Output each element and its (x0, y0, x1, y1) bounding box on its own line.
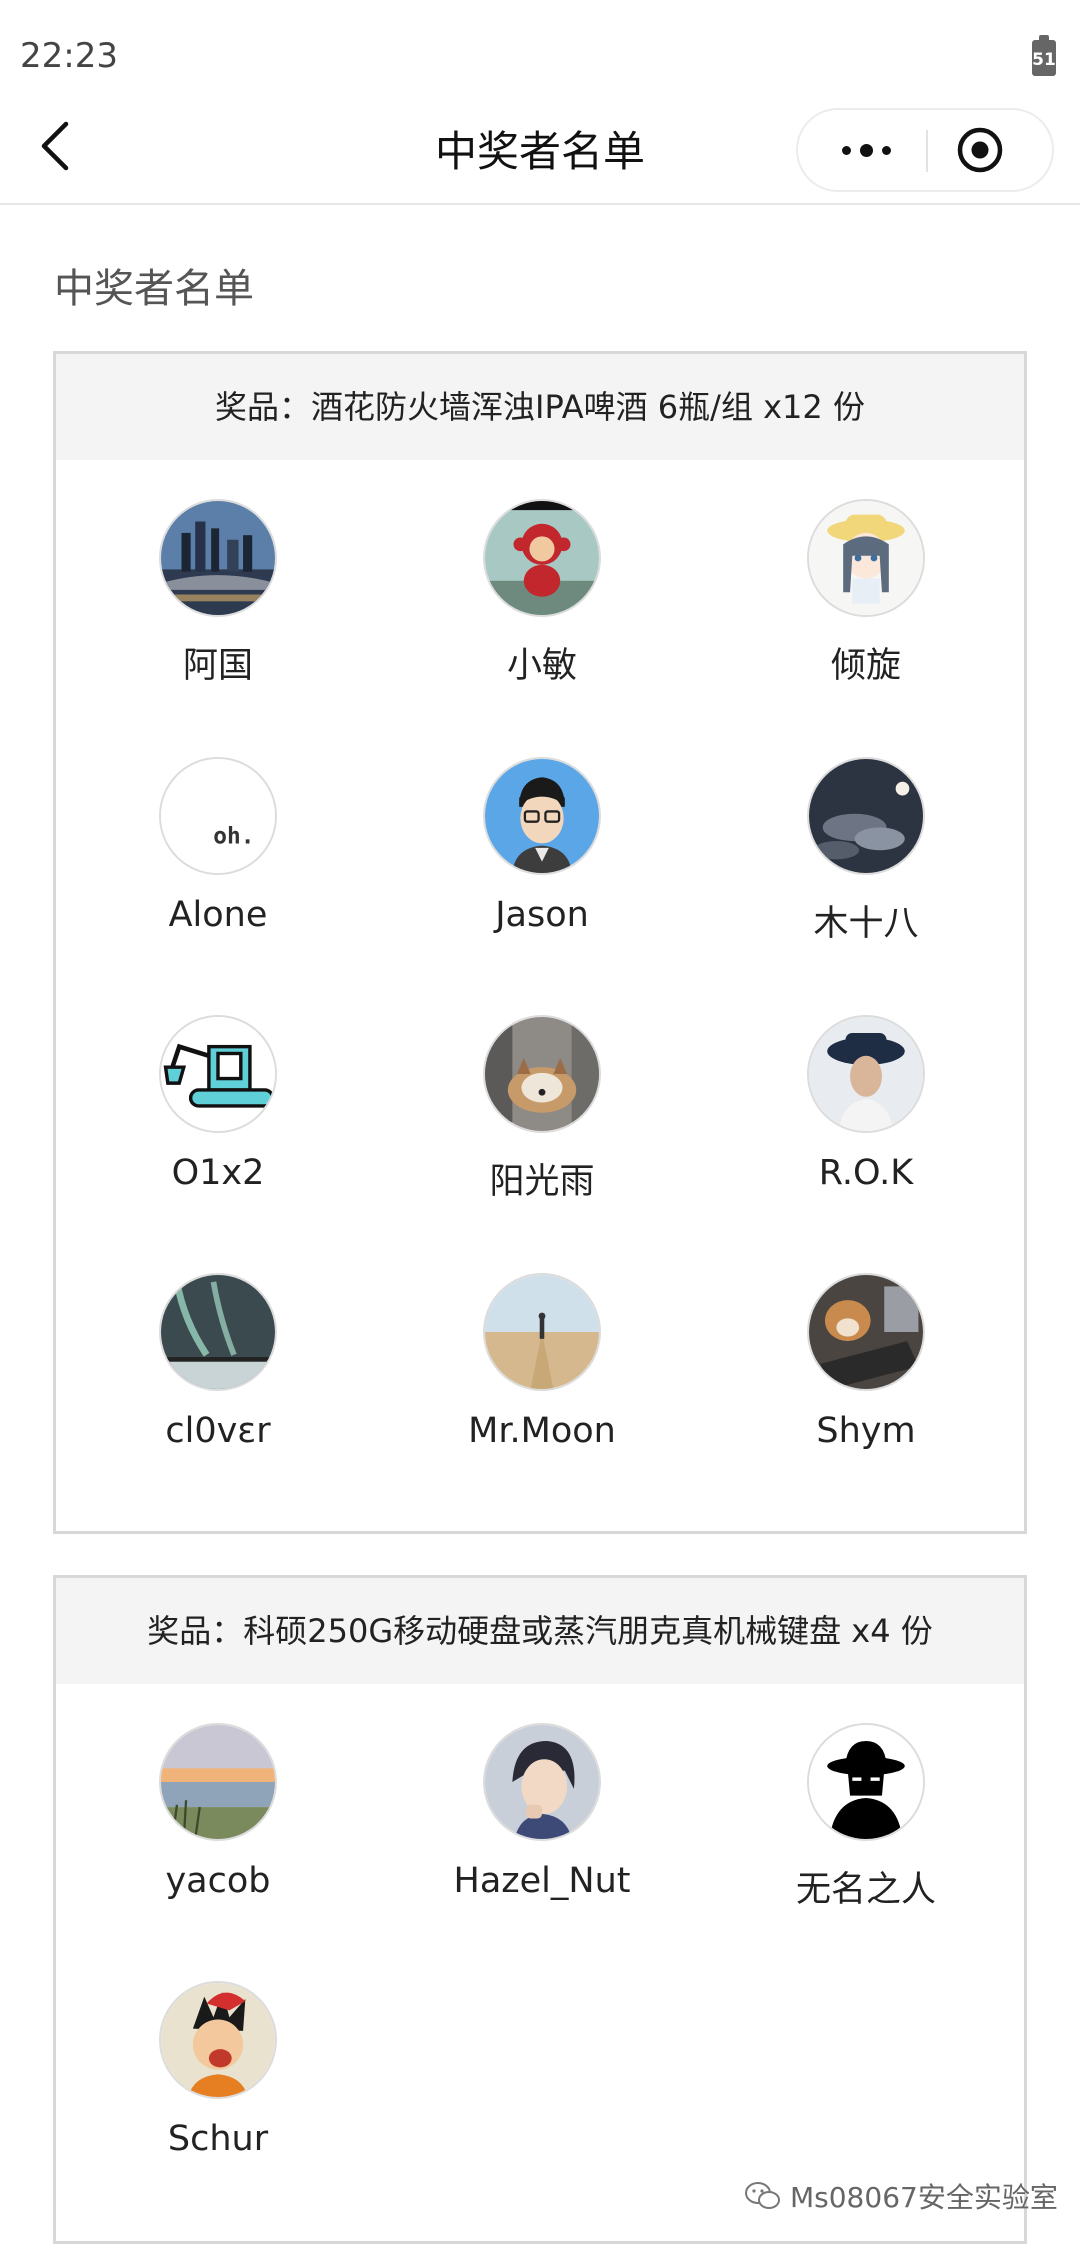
winner-name: cl0vɛr (165, 1411, 271, 1451)
prize-card: 奖品：科硕250G移动硬盘或蒸汽朋克真机械键盘 x4 份 yacob Hazel… (53, 1575, 1027, 2244)
sunset-lake-icon (161, 1725, 275, 1839)
anime-girl-icon (809, 501, 923, 615)
mini-program-capsule (796, 108, 1054, 192)
watermark-text: Ms08067安全实验室 (790, 2181, 1058, 2214)
winner-name: 倾旋 (830, 646, 901, 686)
avatar (807, 1015, 925, 1133)
prize-card: 奖品：酒花防火墙浑浊IPA啤酒 6瓶/组 x12 份 阿国 小敏 倾旋 oh. … (53, 351, 1027, 1534)
nav-bar: 中奖者名单 (0, 100, 1080, 205)
avatar (159, 1273, 277, 1391)
winner-item[interactable]: Schur (56, 1981, 380, 2159)
avatar (807, 1723, 925, 1841)
more-button[interactable] (816, 110, 916, 190)
winner-name: Jason (495, 895, 589, 935)
winner-item[interactable]: Mr.Moon (380, 1273, 704, 1451)
aurora-icon (161, 1275, 275, 1389)
avatar (483, 757, 601, 875)
man-with-hat-icon (809, 1017, 923, 1131)
winner-item[interactable]: 阳光雨 (380, 1015, 704, 1204)
avatar (483, 1273, 601, 1391)
prize-label: 奖品：酒花防火墙浑浊IPA啤酒 6瓶/组 x12 份 (56, 354, 1024, 460)
cartoon-boy-santa-hat-icon (161, 1983, 275, 2097)
winner-item[interactable]: Jason (380, 757, 704, 935)
winner-item[interactable]: R.O.K (704, 1015, 1028, 1193)
avatar (483, 1723, 601, 1841)
winner-item[interactable]: 无名之人 (704, 1723, 1028, 1912)
avatar (159, 1723, 277, 1841)
night-sky-icon (809, 759, 923, 873)
anime-man-icon (485, 1725, 599, 1839)
winner-name: Mr.Moon (468, 1411, 616, 1451)
status-bar: 22:23 51 (0, 0, 1080, 100)
city-skyline-icon (161, 501, 275, 615)
winner-name: yacob (165, 1861, 271, 1901)
avatar: oh. (159, 757, 277, 875)
close-mini-program-button[interactable] (956, 126, 1004, 174)
dot (881, 145, 891, 155)
prize-label: 奖品：科硕250G移动硬盘或蒸汽朋克真机械键盘 x4 份 (56, 1578, 1024, 1684)
winner-item[interactable]: 倾旋 (704, 499, 1028, 688)
wechat-icon (745, 2182, 780, 2209)
dot (859, 143, 873, 157)
status-time: 22:23 (20, 36, 118, 76)
winner-item[interactable]: oh. Alone (56, 757, 380, 935)
winner-item[interactable]: Hazel_Nut (380, 1723, 704, 1901)
winner-item[interactable]: yacob (56, 1723, 380, 1901)
watermark: Ms08067安全实验室 (744, 2176, 1058, 2216)
winner-name: O1x2 (171, 1153, 265, 1193)
battery-icon: 51 (1032, 35, 1056, 76)
winner-name: Alone (168, 895, 268, 935)
winner-item[interactable]: 木十八 (704, 757, 1028, 946)
avatar (159, 499, 277, 617)
monkey-toy-icon (485, 501, 599, 615)
winner-item[interactable]: 小敏 (380, 499, 704, 688)
winner-name: R.O.K (818, 1153, 914, 1193)
winner-name: Hazel_Nut (453, 1861, 631, 1901)
dog-photo-icon (485, 1017, 599, 1131)
dog-keyboard-icon (809, 1275, 923, 1389)
target-icon (957, 127, 1003, 173)
winner-item[interactable]: Shym (704, 1273, 1028, 1451)
dot (841, 145, 851, 155)
winner-item[interactable]: O1x2 (56, 1015, 380, 1193)
cartoon-man-glasses-icon (485, 759, 599, 873)
winner-name: Schur (167, 2119, 269, 2159)
avatar (483, 1015, 601, 1133)
winner-name: Shym (816, 1411, 916, 1451)
avatar-text: oh. (213, 823, 254, 849)
capsule-divider (926, 130, 928, 172)
avatar (807, 757, 925, 875)
winner-item[interactable]: cl0vɛr (56, 1273, 380, 1451)
winner-name: 无名之人 (795, 1870, 936, 1910)
winner-name: 木十八 (813, 904, 919, 944)
avatar (159, 1015, 277, 1133)
section-heading: 中奖者名单 (54, 266, 254, 312)
winner-name: 阿国 (182, 646, 253, 686)
desert-walker-icon (485, 1275, 599, 1389)
winner-name: 小敏 (506, 646, 577, 686)
winner-name: 阳光雨 (489, 1162, 595, 1202)
avatar (483, 499, 601, 617)
avatar (807, 1273, 925, 1391)
excavator-icon (161, 1017, 275, 1131)
winner-item[interactable]: 阿国 (56, 499, 380, 688)
text-avatar-icon: oh. (161, 759, 275, 873)
avatar (807, 499, 925, 617)
spy-silhouette-icon (809, 1725, 923, 1839)
avatar (159, 1981, 277, 2099)
